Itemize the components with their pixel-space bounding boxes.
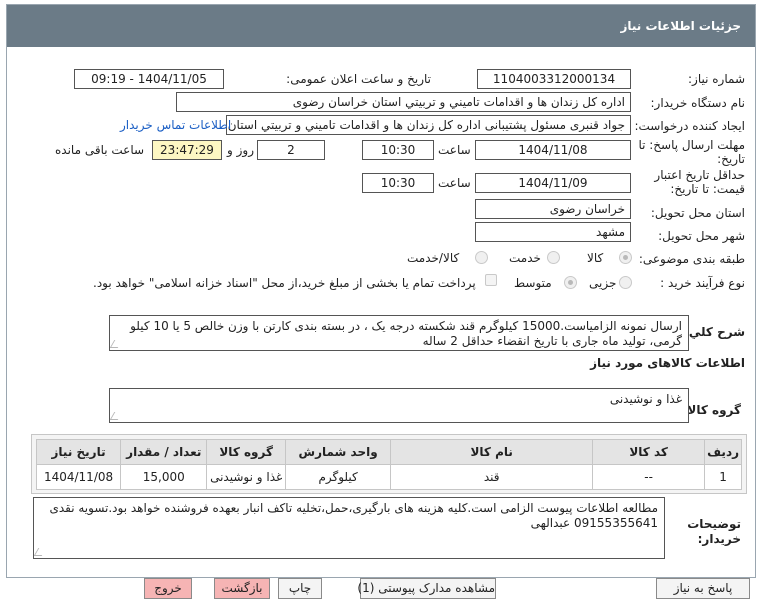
buyer-contact-link[interactable]: اطلاعات تماس خریدار — [120, 118, 231, 132]
cell-qty: 15,000 — [120, 464, 208, 490]
announce-label: تاریخ و ساعت اعلان عمومی: — [286, 72, 431, 86]
resize-handle[interactable] — [33, 548, 47, 556]
resize-handle[interactable] — [109, 412, 123, 420]
category-label: طبقه بندی موضوعی: — [638, 252, 745, 266]
buyer-label: نام دستگاه خریدار: — [650, 96, 746, 110]
validity-label: حداقل تاریخ اعتبار — [654, 168, 745, 182]
creator-field[interactable]: جواد قنبری مسئول پشتیبانی اداره کل زندان… — [226, 115, 631, 135]
buyer-field[interactable]: اداره کل زندان ها و اقدامات تامیني و ترب… — [176, 92, 631, 112]
need-number-field[interactable]: 1104003312000134 — [477, 69, 631, 89]
radio-medium-label: متوسط — [514, 276, 552, 290]
remaining-word: ساعت باقی مانده — [55, 143, 145, 157]
notes-label-buyer: خریدار: — [697, 532, 741, 546]
reply-button[interactable]: پاسخ به نیاز — [656, 578, 750, 599]
col-unit: واحد شمارش — [284, 439, 392, 465]
notes-line-2: 09155355641 عبدالهی — [530, 516, 658, 530]
need-details-panel: جزئیات اطلاعات نیاز شماره نیاز: 11040033… — [6, 4, 756, 578]
radio-minor-label: جزیی — [589, 276, 617, 290]
notes-textarea[interactable]: مطالعه اطلاعات پیوست الزامی است.کلیه هزی… — [33, 497, 665, 559]
panel-header: جزئیات اطلاعات نیاز — [7, 5, 755, 47]
need-number-label: شماره نیاز: — [688, 72, 745, 86]
summary-textarea[interactable]: ارسال نمونه الزامیاست.15000 کیلوگرم قند … — [109, 315, 689, 351]
validity-date-field[interactable]: 1404/11/09 — [475, 173, 631, 193]
cell-group: غذا و نوشیدنی — [206, 464, 286, 490]
deadline-time-word: ساعت — [438, 143, 471, 157]
col-group: گروه کالا — [206, 439, 286, 465]
goods-section-title: اطلاعات کالاهای مورد نیاز — [590, 356, 745, 370]
radio-goods-service-label: کالا/خدمت — [407, 251, 460, 265]
validity-time-field[interactable]: 10:30 — [362, 173, 434, 193]
cell-date: 1404/11/08 — [35, 464, 122, 490]
deadline-date-field[interactable]: 1404/11/08 — [475, 140, 631, 160]
cell-row: 1 — [704, 464, 742, 490]
treasury-payment-note: پرداخت تمام یا بخشی از مبلغ خرید،از محل … — [93, 276, 476, 290]
goods-group-label: گروه کالا: — [682, 403, 741, 417]
remaining-time-field: 23:47:29 — [152, 140, 222, 160]
col-code: کد کالا — [592, 439, 706, 465]
cell-code: -- — [592, 464, 706, 490]
goods-group-value: غذا و نوشیدنی — [609, 392, 682, 406]
deadline-time-field[interactable]: 10:30 — [362, 140, 434, 160]
city-label: شهر محل تحویل: — [658, 229, 745, 243]
radio-minor[interactable] — [619, 276, 632, 289]
radio-medium[interactable] — [564, 276, 577, 289]
cell-unit: کیلوگرم — [284, 464, 392, 490]
radio-service[interactable] — [547, 251, 560, 264]
back-button[interactable]: بازگشت — [214, 578, 270, 599]
attachments-button[interactable]: مشاهده مدارک پیوستی (1) — [357, 578, 496, 599]
notes-line-1: مطالعه اطلاعات پیوست الزامی است.کلیه هزی… — [49, 501, 658, 515]
radio-goods[interactable] — [619, 251, 632, 264]
col-row: ردیف — [704, 439, 742, 465]
radio-goods-label: کالا — [587, 251, 604, 265]
days-word: روز و — [227, 143, 254, 157]
radio-goods-service[interactable] — [475, 251, 488, 264]
exit-button[interactable]: خروج — [144, 578, 192, 599]
days-field[interactable]: 2 — [257, 140, 325, 160]
resize-handle[interactable] — [110, 340, 123, 348]
treasury-payment-checkbox[interactable] — [485, 274, 497, 286]
announce-field[interactable]: 1404/11/05 - 09:19 — [74, 69, 224, 89]
print-button[interactable]: چاپ — [278, 578, 322, 599]
radio-service-label: خدمت — [509, 251, 541, 265]
col-qty: تعداد / مقدار — [120, 439, 208, 465]
panel-title: جزئیات اطلاعات نیاز — [620, 19, 741, 33]
process-label: نوع فرآیند خرید : — [660, 276, 745, 290]
col-name: نام کالا — [390, 439, 594, 465]
creator-label: ایجاد کننده درخواست: — [634, 119, 745, 133]
table-header-row: ردیف کد کالا نام کالا واحد شمارش گروه کا… — [35, 439, 742, 465]
deadline-label: مهلت ارسال پاسخ: تا — [638, 138, 745, 152]
goods-table-container: ردیف کد کالا نام کالا واحد شمارش گروه کا… — [31, 434, 747, 494]
col-date: تاریخ نیاز — [35, 439, 122, 465]
city-field[interactable]: مشهد — [475, 222, 631, 242]
table-row[interactable]: 1 -- قند کیلوگرم غذا و نوشیدنی 15,000 14… — [35, 464, 742, 490]
summary-text: ارسال نمونه الزامیاست.15000 کیلوگرم قند … — [130, 319, 682, 348]
goods-group-field[interactable]: غذا و نوشیدنی — [109, 388, 689, 423]
province-field[interactable]: خراسان رضوی — [475, 199, 631, 219]
cell-name: قند — [390, 464, 594, 490]
goods-table: ردیف کد کالا نام کالا واحد شمارش گروه کا… — [35, 439, 742, 490]
validity-label-date: قیمت: تا تاریخ: — [670, 182, 745, 196]
province-label: استان محل تحویل: — [650, 206, 745, 220]
notes-label: توضیحات — [687, 517, 741, 531]
validity-time-word: ساعت — [438, 176, 471, 190]
deadline-label-date: تاریخ: — [717, 152, 745, 166]
